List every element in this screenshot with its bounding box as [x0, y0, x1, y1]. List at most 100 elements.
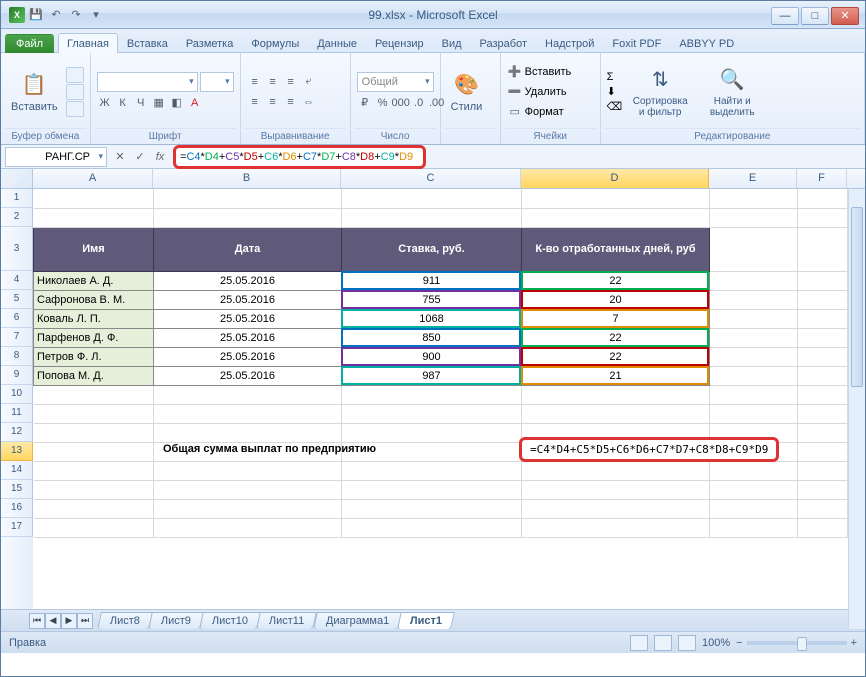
undo-icon[interactable]: ↶ [47, 6, 65, 24]
tab-addins[interactable]: Надстрой [536, 33, 603, 53]
cut-button[interactable] [66, 67, 84, 83]
align-left-button[interactable]: ≡ [247, 93, 263, 111]
find-select-button[interactable]: 🔍Найти и выделить [698, 64, 766, 120]
vertical-scrollbar[interactable] [848, 189, 865, 629]
align-middle-button[interactable]: ≡ [265, 73, 281, 91]
close-button[interactable]: ✕ [831, 7, 859, 25]
inc-decimal-button[interactable]: .0 [411, 94, 427, 112]
col-E[interactable]: E [709, 169, 797, 188]
tab-layout[interactable]: Разметка [177, 33, 243, 53]
fx-icon[interactable]: fx [153, 151, 167, 163]
tab-foxit[interactable]: Foxit PDF [603, 33, 670, 53]
sheet-tab[interactable]: Лист8 [97, 612, 153, 629]
copy-button[interactable] [66, 84, 84, 100]
header-date[interactable]: Дата [154, 227, 342, 271]
fill-button[interactable]: ⬇ [607, 85, 623, 98]
row-17[interactable]: 17 [1, 518, 33, 537]
enter-formula-icon[interactable]: ✓ [133, 150, 147, 163]
save-icon[interactable]: 💾 [27, 6, 45, 24]
row-15[interactable]: 15 [1, 480, 33, 499]
tab-view[interactable]: Вид [433, 33, 471, 53]
formula-input[interactable]: =C4*D4+C5*D5+C6*D6+C7*D7+C8*D8+C9*D9 [173, 147, 865, 167]
summary-label[interactable]: Общая сумма выплат по предприятию [163, 443, 376, 455]
sheet-next-icon[interactable]: ▶ [61, 613, 77, 629]
paste-button[interactable]: 📋 Вставить [7, 69, 62, 115]
clear-button[interactable]: ⌫ [607, 100, 623, 113]
styles-button[interactable]: 🎨Стили [447, 69, 487, 115]
header-rate[interactable]: Ставка, руб. [342, 227, 522, 271]
header-days[interactable]: К-во отработанных дней, руб [522, 227, 710, 271]
col-D[interactable]: D [521, 169, 709, 188]
header-name[interactable]: Имя [34, 227, 154, 271]
font-name-combo[interactable] [97, 72, 198, 92]
maximize-button[interactable]: □ [801, 7, 829, 25]
select-all-button[interactable] [1, 169, 33, 188]
comma-button[interactable]: 000 [393, 94, 409, 112]
row-6[interactable]: 6 [1, 309, 33, 328]
row-9[interactable]: 9 [1, 366, 33, 385]
tab-file[interactable]: Файл [5, 34, 54, 53]
font-size-combo[interactable] [200, 72, 234, 92]
sheet-tab[interactable]: Лист9 [148, 612, 204, 629]
zoom-in-icon[interactable]: + [851, 637, 857, 649]
tab-home[interactable]: Главная [58, 33, 118, 53]
row-5[interactable]: 5 [1, 290, 33, 309]
row-12[interactable]: 12 [1, 423, 33, 442]
fill-color-button[interactable]: ◧ [169, 94, 185, 112]
tab-developer[interactable]: Разработ [471, 33, 536, 53]
number-format-combo[interactable]: Общий [357, 72, 434, 92]
row-14[interactable]: 14 [1, 461, 33, 480]
merge-button[interactable]: ⇔ [301, 93, 317, 111]
delete-cells-button[interactable]: ➖ [507, 83, 523, 101]
row-7[interactable]: 7 [1, 328, 33, 347]
row-4[interactable]: 4 [1, 271, 33, 290]
row-2[interactable]: 2 [1, 208, 33, 227]
align-center-button[interactable]: ≡ [265, 93, 281, 111]
col-B[interactable]: B [153, 169, 341, 188]
insert-cells-button[interactable]: ➕ [507, 63, 523, 81]
cell-grid[interactable]: Имя Дата Ставка, руб. К-во отработанных … [33, 189, 865, 609]
qat-more-icon[interactable]: ▾ [87, 6, 105, 24]
row-13[interactable]: 13 [1, 442, 33, 461]
currency-button[interactable]: ₽ [357, 94, 373, 112]
autosum-button[interactable]: Σ [607, 71, 623, 83]
tab-data[interactable]: Данные [308, 33, 366, 53]
minimize-button[interactable]: ― [771, 7, 799, 25]
sheet-tab[interactable]: Лист10 [199, 612, 261, 629]
border-button[interactable]: ▦ [151, 94, 167, 112]
align-bottom-button[interactable]: ≡ [283, 73, 299, 91]
percent-button[interactable]: % [375, 94, 391, 112]
dec-decimal-button[interactable]: .00 [429, 94, 445, 112]
bold-button[interactable]: Ж [97, 94, 113, 112]
col-C[interactable]: C [341, 169, 521, 188]
row-16[interactable]: 16 [1, 499, 33, 518]
zoom-slider[interactable]: −+ [736, 637, 857, 649]
view-layout-button[interactable] [654, 635, 672, 651]
view-normal-button[interactable] [630, 635, 648, 651]
format-cells-button[interactable]: ▭ [507, 103, 523, 121]
align-right-button[interactable]: ≡ [283, 93, 299, 111]
font-color-button[interactable]: A [187, 94, 203, 112]
tab-formulas[interactable]: Формулы [242, 33, 308, 53]
sheet-first-icon[interactable]: ⏮ [29, 613, 45, 629]
italic-button[interactable]: К [115, 94, 131, 112]
sheet-tab[interactable]: Диаграмма1 [313, 612, 402, 629]
active-cell-formula[interactable]: =C4*D4+C5*D5+C6*D6+C7*D7+C8*D8+C9*D9 [519, 437, 779, 462]
name-box[interactable]: РАНГ.СР [5, 147, 107, 167]
zoom-out-icon[interactable]: − [736, 637, 742, 649]
sheet-last-icon[interactable]: ⏭ [77, 613, 93, 629]
redo-icon[interactable]: ↷ [67, 6, 85, 24]
col-A[interactable]: A [33, 169, 153, 188]
sort-filter-button[interactable]: ⇅Сортировка и фильтр [626, 64, 694, 120]
sheet-prev-icon[interactable]: ◀ [45, 613, 61, 629]
tab-abbyy[interactable]: ABBYY PD [670, 33, 743, 53]
row-11[interactable]: 11 [1, 404, 33, 423]
format-painter-button[interactable] [66, 101, 84, 117]
row-10[interactable]: 10 [1, 385, 33, 404]
tab-insert[interactable]: Вставка [118, 33, 177, 53]
view-pagebreak-button[interactable] [678, 635, 696, 651]
tab-review[interactable]: Рецензир [366, 33, 433, 53]
row-3[interactable]: 3 [1, 227, 33, 271]
sheet-tab-active[interactable]: Лист1 [397, 612, 455, 629]
cancel-formula-icon[interactable]: ✕ [113, 150, 127, 163]
